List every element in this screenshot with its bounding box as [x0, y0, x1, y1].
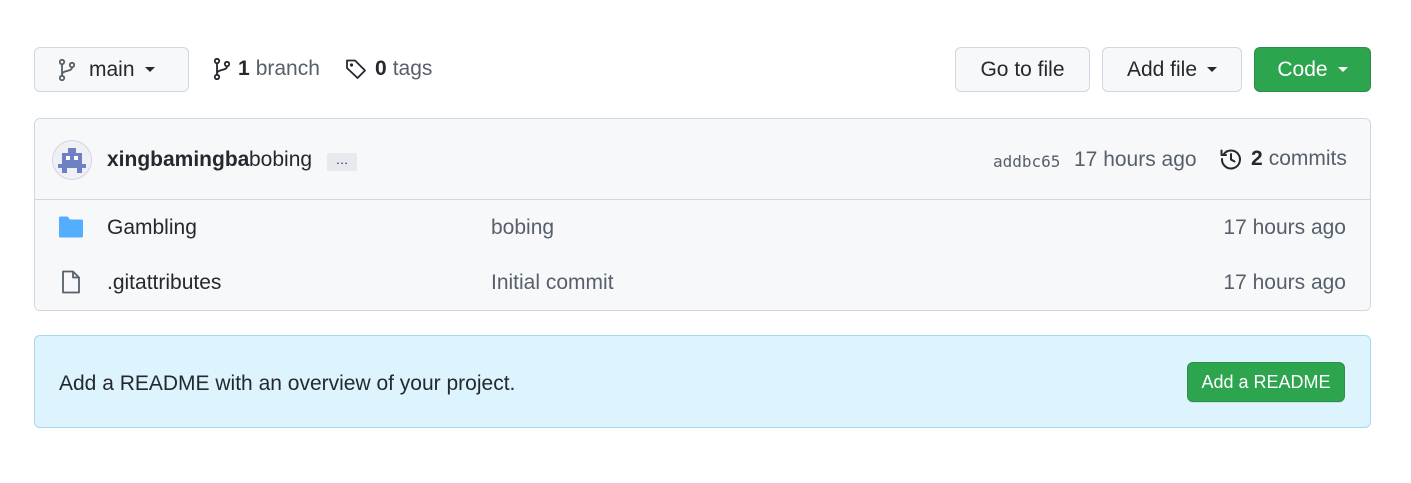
chevron-down-icon — [144, 67, 155, 72]
readme-banner: Add a README with an overview of your pr… — [34, 335, 1371, 428]
file-commit-time: 17 hours ago — [1223, 216, 1346, 239]
commits-count: 2 — [1251, 147, 1263, 170]
file-icon — [58, 270, 84, 294]
git-branch-icon — [214, 58, 230, 80]
commit-expand-button[interactable]: … — [327, 153, 357, 171]
add-file-label: Add file — [1126, 57, 1198, 81]
git-branch-icon — [59, 58, 75, 81]
tags-label: tags — [392, 57, 433, 80]
file-name[interactable]: Gambling — [107, 216, 197, 240]
latest-commit-bar: xingbamingba bobing … addbc65 17 hours a… — [35, 119, 1370, 200]
tags-link[interactable]: 0 tags — [345, 57, 432, 81]
file-row[interactable]: Gambling bobing 17 hours ago — [35, 200, 1370, 256]
file-commit-message[interactable]: bobing — [491, 216, 554, 240]
file-commit-message[interactable]: Initial commit — [491, 271, 614, 295]
chevron-down-icon — [1207, 67, 1218, 72]
commits-label: commits — [1268, 147, 1347, 170]
code-label: Code — [1277, 57, 1328, 81]
add-readme-button[interactable]: Add a README — [1187, 362, 1345, 402]
commit-message[interactable]: bobing — [249, 148, 312, 172]
code-button[interactable]: Code — [1254, 47, 1371, 92]
readme-banner-text: Add a README with an overview of your pr… — [59, 372, 516, 395]
commits-history-link[interactable]: 2 commits — [1219, 147, 1347, 171]
file-name[interactable]: .gitattributes — [107, 271, 221, 295]
tag-icon — [345, 58, 367, 80]
branches-link[interactable]: 1 branch — [214, 57, 320, 81]
branch-name: main — [89, 57, 135, 81]
file-row[interactable]: .gitattributes Initial commit 17 hours a… — [35, 255, 1370, 310]
avatar[interactable] — [53, 141, 91, 179]
chevron-down-icon — [1337, 67, 1348, 72]
branch-select-button[interactable]: main — [34, 47, 189, 92]
history-icon — [1219, 147, 1243, 171]
commit-time: 17 hours ago — [1074, 148, 1197, 171]
commit-author[interactable]: xingbamingba — [107, 148, 249, 172]
tags-count: 0 — [375, 57, 387, 80]
branches-count: 1 — [238, 57, 250, 80]
repo-toolbar: main 1 branch 0 tags Go to file Add file — [34, 47, 1371, 94]
commit-sha[interactable]: addbc65 — [993, 152, 1060, 171]
add-file-button[interactable]: Add file — [1102, 47, 1242, 92]
file-commit-time: 17 hours ago — [1223, 271, 1346, 294]
file-browser: xingbamingba bobing … addbc65 17 hours a… — [34, 118, 1371, 311]
folder-icon — [58, 215, 84, 239]
go-to-file-button[interactable]: Go to file — [955, 47, 1090, 92]
branches-label: branch — [255, 57, 320, 80]
